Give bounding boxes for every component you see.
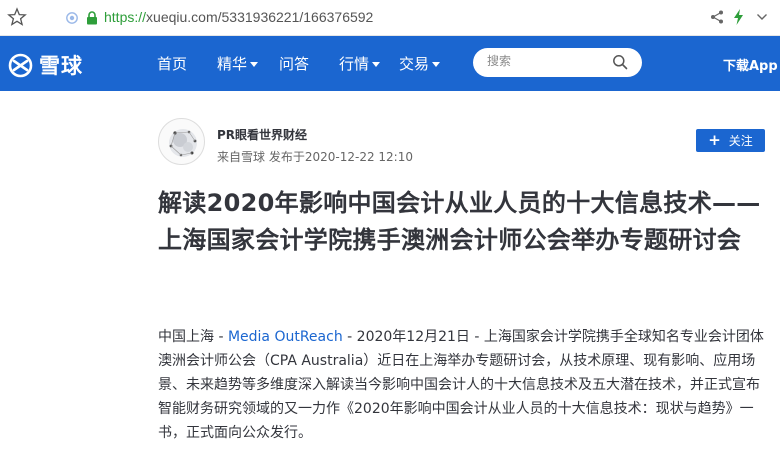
snowball-logo-icon (8, 53, 33, 77)
nav-label: 首页 (157, 55, 188, 73)
nav-label: 行情 (339, 55, 370, 73)
lead-location: 中国上海 - (158, 329, 228, 345)
caret-down-icon (432, 62, 441, 67)
nav-featured[interactable]: 精华 (217, 53, 259, 74)
search-input[interactable] (487, 54, 607, 68)
follow-label: 关注 (728, 134, 753, 148)
url-scheme: https:// (104, 9, 147, 25)
bookmark-star-icon[interactable] (7, 7, 27, 27)
post-source: 来自雪球 (217, 150, 266, 164)
nav-home[interactable]: 首页 (157, 53, 187, 74)
author-name[interactable]: PR眼看世界财经 (217, 126, 307, 143)
lead-text: - 2020年12月21日 - 上海国家会计学院携手全球知名专业会计团体澳洲会计… (158, 329, 764, 441)
caret-down-icon (250, 62, 259, 67)
search-icon[interactable] (612, 54, 628, 70)
logo-text: 雪球 (39, 55, 83, 78)
chevron-down-icon[interactable] (756, 12, 768, 22)
nav-label: 精华 (217, 55, 248, 73)
nav-trade[interactable]: 交易 (399, 53, 441, 74)
site-header: 雪球 首页 精华 问答 行情 交易 下载App (0, 36, 780, 91)
url-path: xueqiu.com/5331936221/166376592 (146, 9, 374, 25)
address-url[interactable]: https://xueqiu.com/5331936221/166376592 (104, 9, 373, 25)
media-outreach-link[interactable]: Media OutReach (228, 329, 343, 345)
post-time: 发布于2020-12-22 12:10 (268, 150, 413, 164)
author-avatar[interactable] (158, 118, 205, 165)
follow-button[interactable]: + 关注 (696, 129, 765, 152)
security-shield-icon[interactable] (66, 12, 78, 24)
browser-address-bar: https://xueqiu.com/5331936221/166376592 (0, 0, 780, 36)
globe-avatar-icon (169, 129, 197, 157)
nav-label: 问答 (279, 55, 310, 73)
nav-qa[interactable]: 问答 (279, 53, 309, 74)
lock-icon (87, 11, 97, 25)
caret-down-icon (372, 62, 381, 67)
download-app-link[interactable]: 下载App (723, 55, 778, 74)
post-meta: 来自雪球 发布于2020-12-22 12:10 (217, 148, 413, 165)
article-lead-paragraph: 中国上海 - Media OutReach - 2020年12月21日 - 上海… (158, 325, 770, 445)
lightning-icon[interactable] (733, 9, 744, 25)
search-box (473, 48, 642, 77)
nav-label: 交易 (399, 55, 430, 73)
site-logo[interactable]: 雪球 (8, 50, 83, 80)
nav-market[interactable]: 行情 (339, 53, 381, 74)
share-icon[interactable] (710, 10, 724, 24)
plus-icon: + (708, 131, 721, 149)
article-title: 解读2020年影响中国会计从业人员的十大信息技术——上海国家会计学院携手澳洲会计… (158, 189, 761, 254)
